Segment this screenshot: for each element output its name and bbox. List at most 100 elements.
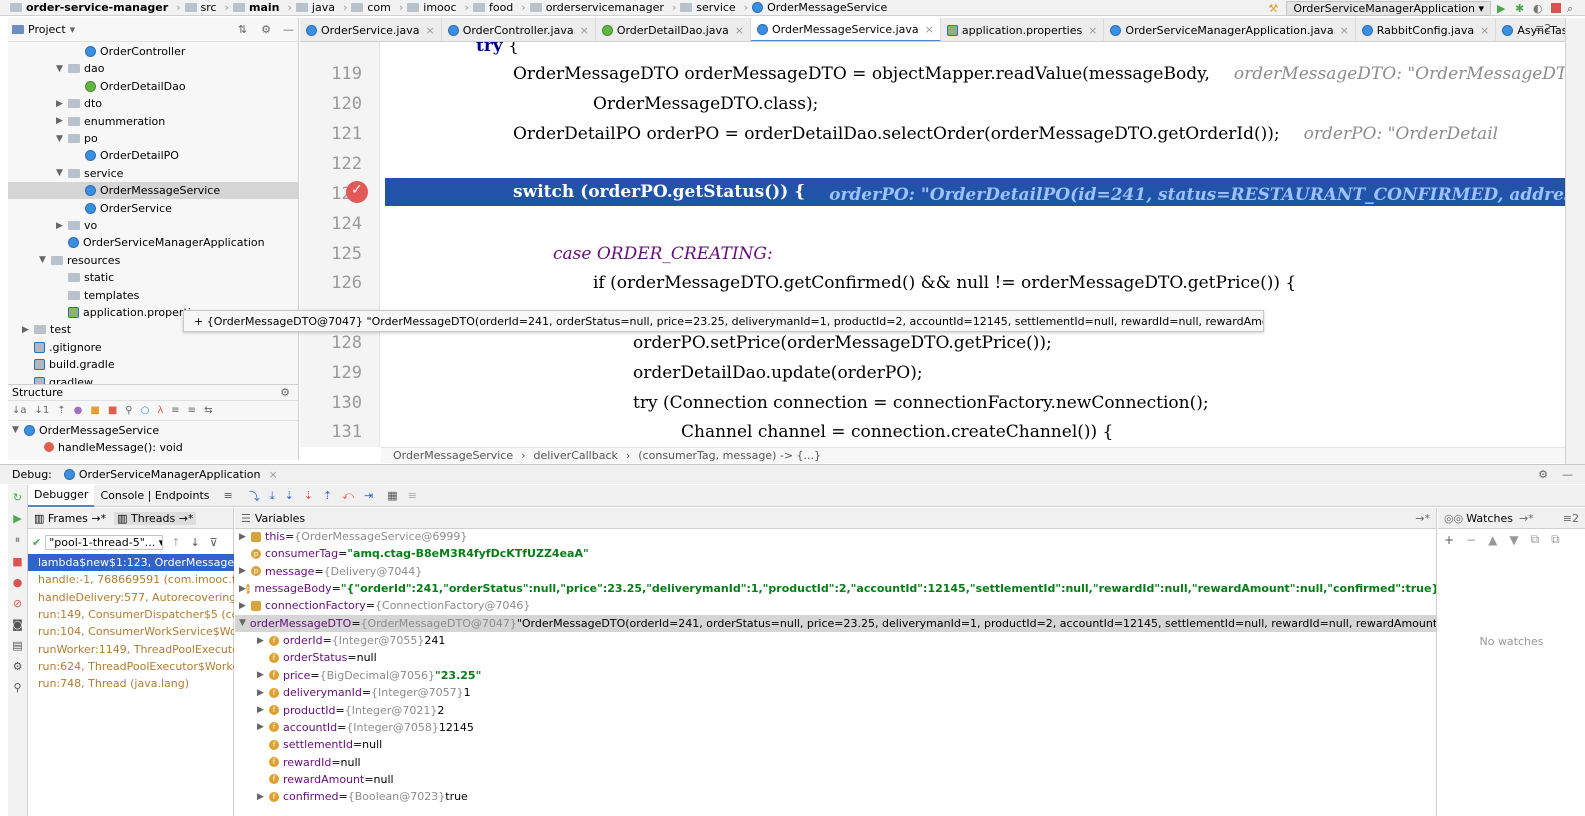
menu-icon[interactable]: ≡2	[1563, 512, 1579, 525]
project-tree-node[interactable]: ▼ po	[8, 130, 298, 147]
breadcrumb-item[interactable]: deliverCallback	[534, 449, 618, 462]
copy-icon[interactable]: ⧉	[1531, 532, 1540, 547]
tab-debugger[interactable]: Debugger	[28, 484, 95, 507]
close-icon[interactable]: ×	[425, 24, 434, 37]
stack-frame[interactable]: lambda$new$1:123, OrderMessageServi	[28, 554, 234, 571]
close-icon[interactable]: ×	[1340, 24, 1349, 37]
trace-icon[interactable]: ≡	[408, 489, 417, 502]
more-icon[interactable]: ⧉	[1551, 532, 1560, 547]
show-nonpublic-icon[interactable]: ■	[108, 405, 117, 416]
project-tree-node[interactable]: gradlew	[8, 374, 298, 384]
variable-row[interactable]: f orderStatus = null	[235, 649, 1436, 666]
chevron-right-icon[interactable]: ▶	[257, 792, 269, 802]
stack-frame[interactable]: handleDelivery:577, AutorecoveringChanr	[28, 589, 234, 606]
gear-icon[interactable]: ⚙	[280, 386, 290, 399]
debug-icon[interactable]: ✱	[1515, 2, 1527, 15]
run-icon[interactable]: ▶	[1497, 2, 1509, 15]
breadcrumb-nav-item[interactable]: order-service-manager	[10, 0, 168, 16]
chevron-down-icon[interactable]: ▼	[12, 425, 24, 435]
variable-row[interactable]: ▶ f price = {BigDecimal@7056} "23.25"	[235, 667, 1436, 684]
debug-session-tab[interactable]: OrderServiceManagerApplication	[79, 468, 261, 481]
pin-icon[interactable]: →*	[1415, 512, 1430, 525]
chevron-down-icon[interactable]: ▼	[239, 618, 246, 628]
variable-row[interactable]: ▶ f accountId = {Integer@7058} 12145	[235, 719, 1436, 736]
code-editor[interactable]: try { OrderMessageDTO orderMessageDTO = …	[381, 42, 1565, 447]
variable-row[interactable]: f settlementId = null	[235, 736, 1436, 753]
breadcrumb-item[interactable]: OrderMessageService	[393, 449, 513, 462]
pause-icon[interactable]: ⏸	[8, 533, 27, 547]
editor-tab[interactable]: OrderServiceManagerApplication.java ×	[1104, 18, 1356, 41]
sort-visibility-icon[interactable]: ↓1	[35, 405, 50, 416]
close-icon[interactable]: ×	[1480, 24, 1489, 37]
breadcrumb-item[interactable]: (consumerTag, message) -> {...}	[638, 449, 821, 462]
variable-row[interactable]: f rewardAmount = null	[235, 771, 1436, 788]
variable-row[interactable]: ▶ p message = {Delivery@7044}	[235, 563, 1436, 580]
thread-select[interactable]: "pool-1-thread-5"... ▾	[45, 534, 164, 550]
gear-icon[interactable]: ⚙	[261, 23, 271, 36]
value-tooltip[interactable]: + {OrderMessageDTO@7047} "OrderMessageDT…	[183, 310, 1264, 332]
show-inherited-icon[interactable]: ⇡	[57, 405, 65, 416]
evaluate-icon[interactable]: ▦	[387, 489, 397, 502]
show-anon-icon[interactable]: ○	[141, 405, 150, 416]
editor-tab[interactable]: OrderService.java ×	[300, 18, 442, 41]
hide-icon[interactable]: —	[1562, 468, 1573, 481]
chevron-right-icon[interactable]: ▶	[22, 325, 34, 335]
chevron-right-icon[interactable]: ▶	[239, 584, 246, 594]
step-out-icon[interactable]: ⇡	[323, 489, 332, 502]
chevron-right-icon[interactable]: ▶	[56, 116, 68, 126]
project-tree-node[interactable]: OrderController	[8, 43, 298, 60]
chevron-right-icon[interactable]: ▶	[239, 566, 251, 576]
project-tree-node[interactable]: static	[8, 269, 298, 286]
hammer-icon[interactable]: ⚒	[1268, 2, 1280, 15]
variable-row[interactable]: ▼ orderMessageDTO = {OrderMessageDTO@7047…	[235, 614, 1436, 632]
stack-frame[interactable]: handle:-1, 768669591 (com.imooc.food.o	[28, 571, 234, 588]
stack-frame[interactable]: run:748, Thread (java.lang)	[28, 675, 234, 692]
collapse-icon[interactable]: ⇅	[238, 23, 247, 36]
breadcrumb-nav-item[interactable]: java	[295, 0, 335, 16]
project-tree-node[interactable]: OrderDetailPO	[8, 147, 298, 164]
pin-icon[interactable]: →*	[1519, 512, 1534, 525]
search-icon[interactable]: ⌕	[1567, 2, 1579, 15]
editor-tab[interactable]: RabbitConfig.java ×	[1356, 18, 1497, 41]
project-tree-node[interactable]: ▼ service	[8, 165, 298, 182]
chevron-right-icon[interactable]: ▶	[257, 705, 269, 715]
chevron-right-icon[interactable]: ▶	[257, 688, 269, 698]
stack-frame[interactable]: run:149, ConsumerDispatcher$5 (com.rab	[28, 606, 234, 623]
breadcrumb-nav-item[interactable]: main	[233, 0, 280, 16]
close-icon[interactable]: ×	[925, 23, 934, 36]
editor-tab[interactable]: OrderMessageService.java ×	[751, 18, 941, 41]
breadcrumb-nav-item[interactable]: src	[184, 0, 217, 16]
up-icon[interactable]: ↑	[171, 536, 180, 549]
project-tree-node[interactable]: templates	[8, 287, 298, 304]
project-tree-node[interactable]: ▶ enummeration	[8, 113, 298, 130]
threads-tab[interactable]: ▥ Threads →*	[114, 511, 197, 525]
hide-icon[interactable]: —	[283, 23, 294, 36]
variable-row[interactable]: ▶ f confirmed = {Boolean@7023} true	[235, 788, 1436, 805]
chevron-right-icon[interactable]: ▶	[239, 601, 251, 611]
structure-method[interactable]: handleMessage(): void	[58, 441, 183, 454]
expand-all-icon[interactable]: ≡	[171, 405, 179, 416]
camera-icon[interactable]: ◙	[8, 618, 27, 631]
variable-row[interactable]: ▶ f deliverymanId = {Integer@7057} 1	[235, 684, 1436, 701]
run-config-select[interactable]: OrderServiceManagerApplication ▾	[1286, 0, 1491, 16]
layout-icon[interactable]: ▤	[8, 639, 27, 652]
resume-icon[interactable]: ▶	[8, 512, 27, 525]
autoscroll-icon[interactable]: ⇆	[204, 405, 212, 416]
editor-tab[interactable]: application.properties ×	[941, 18, 1105, 41]
structure-root[interactable]: OrderMessageService	[39, 424, 159, 437]
sort-alpha-icon[interactable]: ↓a	[12, 405, 27, 416]
editor-tab[interactable]: AsyncTaskConfig.java×	[1496, 18, 1565, 41]
variable-row[interactable]: ▶ this = {OrderMessageService@6999}	[235, 528, 1436, 545]
collapse-all-icon[interactable]: ≡	[188, 405, 196, 416]
coverage-icon[interactable]: ◐	[1533, 2, 1545, 15]
pin-icon[interactable]: ⚲	[8, 681, 27, 694]
chevron-down-icon[interactable]: ▼	[56, 168, 68, 178]
breakpoint-icon[interactable]: ✓	[346, 181, 368, 203]
variable-row[interactable]: ▶ p messageBody = "{"orderId":241,"orderSt…	[235, 580, 1436, 597]
breadcrumb-nav-item[interactable]: food	[472, 0, 513, 16]
show-properties-icon[interactable]: ●	[74, 405, 83, 416]
chevron-down-icon[interactable]: ▼	[56, 64, 68, 74]
project-tree-node[interactable]: ▼ resources	[8, 252, 298, 269]
tab-overflow[interactable]: ≡2	[1535, 22, 1551, 35]
project-tree-node[interactable]: OrderDetailDao	[8, 78, 298, 95]
